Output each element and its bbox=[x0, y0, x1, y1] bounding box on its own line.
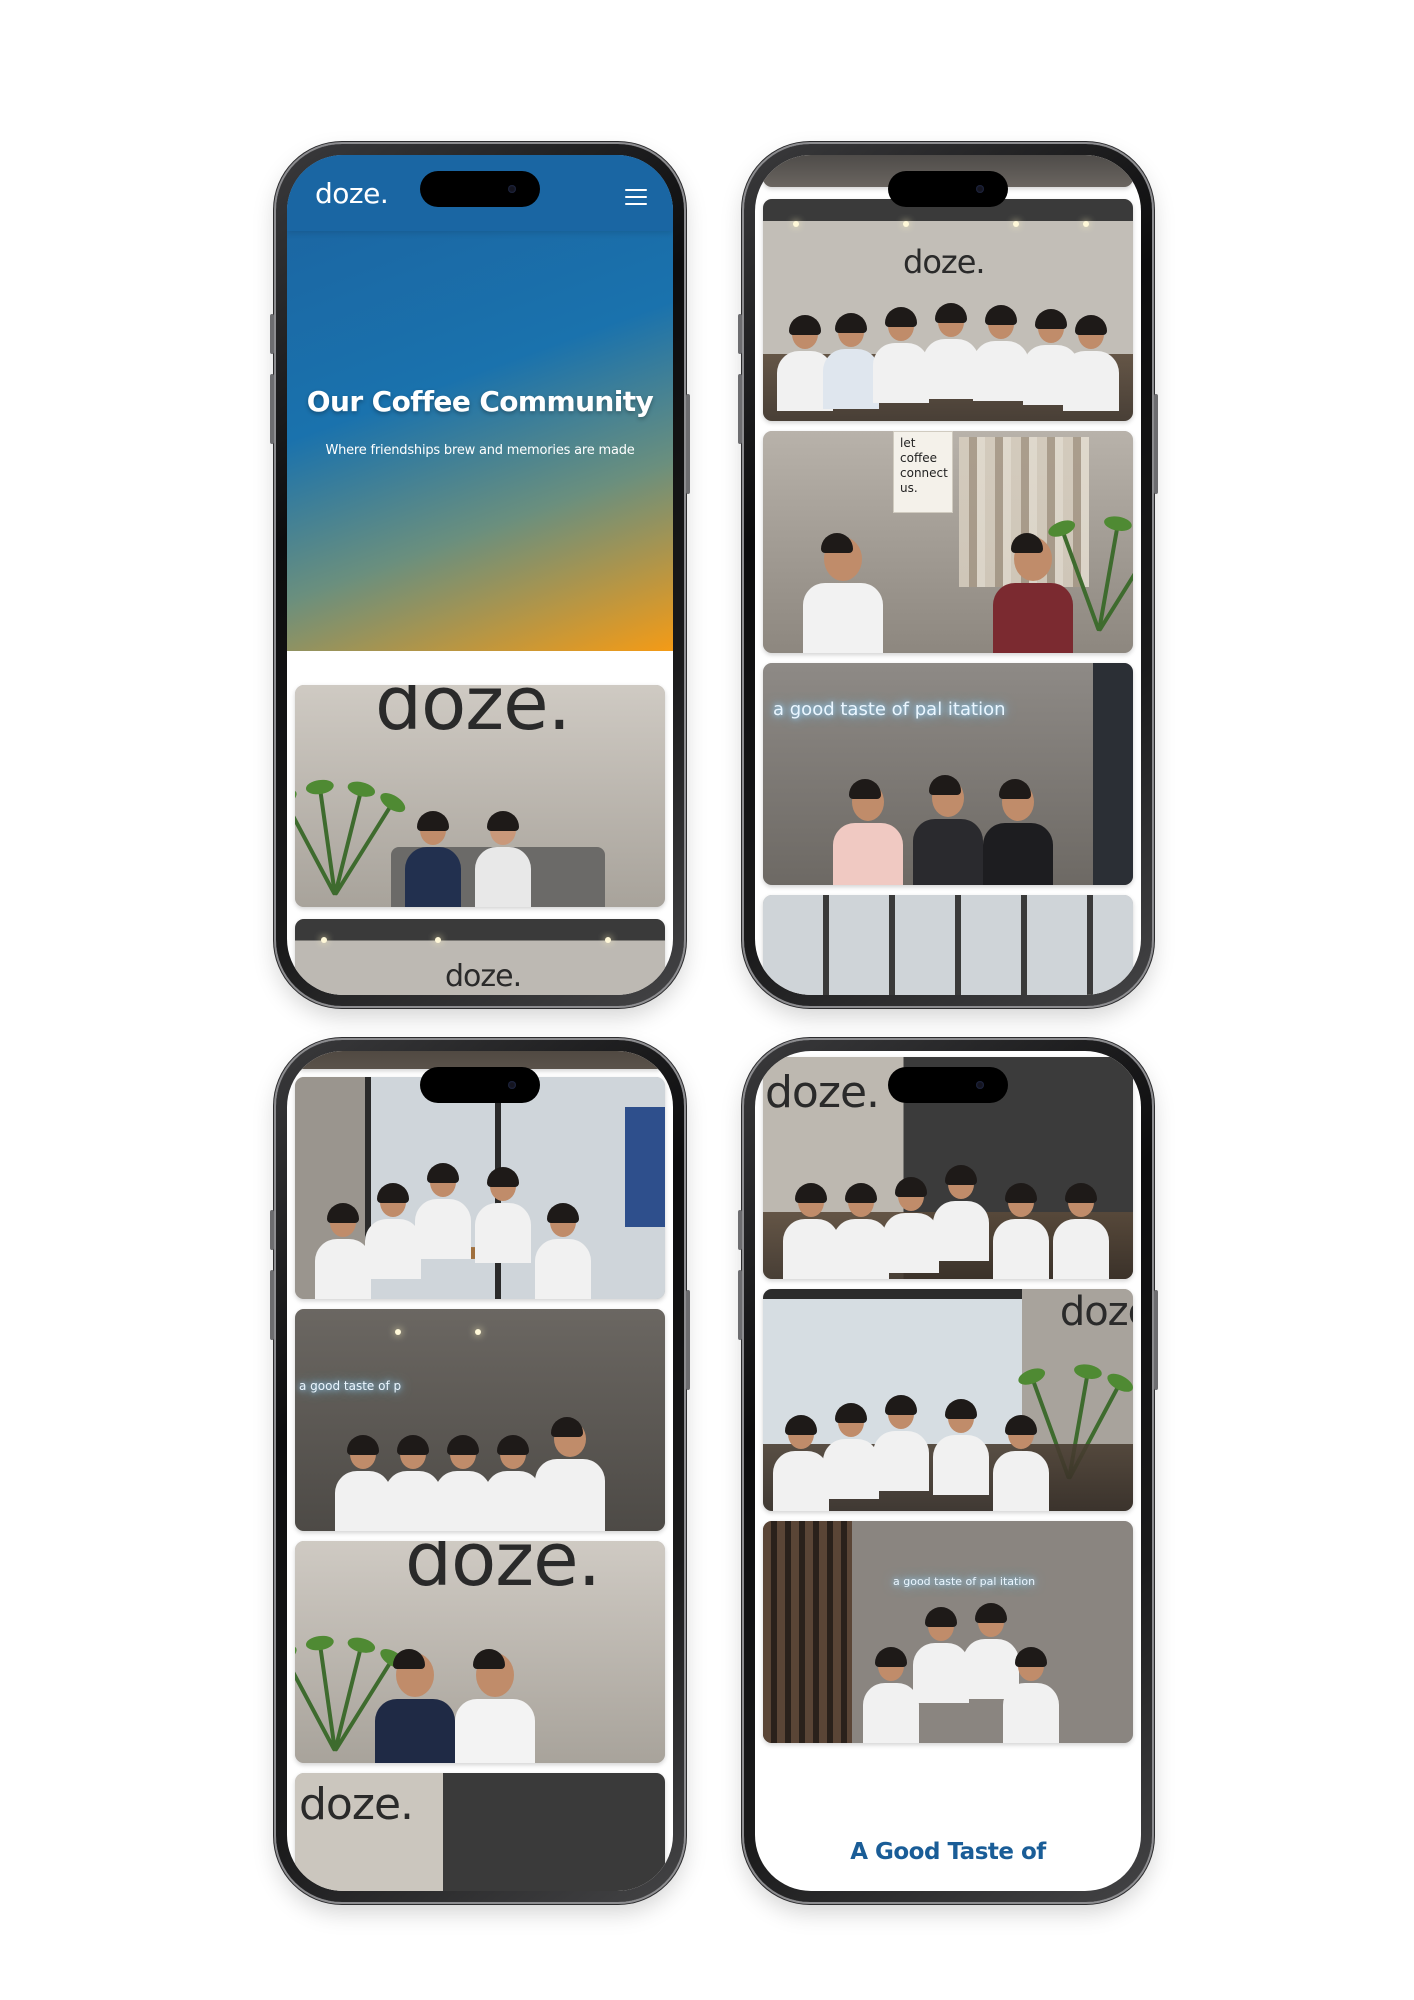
plant-icon bbox=[295, 1601, 395, 1753]
person bbox=[883, 1177, 939, 1273]
dynamic-island bbox=[888, 1067, 1008, 1103]
gallery-photo[interactable]: doze. bbox=[763, 1289, 1133, 1511]
person bbox=[873, 1395, 929, 1491]
doze-wall-sign: doze. bbox=[405, 1541, 601, 1603]
plant-icon bbox=[295, 745, 395, 897]
brand-logo[interactable]: doze. bbox=[315, 177, 389, 210]
person bbox=[385, 1435, 441, 1531]
neon-sign: a good taste of pal itation bbox=[773, 699, 1006, 720]
gallery-photo[interactable]: a good taste of pal itation bbox=[763, 663, 1133, 885]
phone-screen: doze. Our Coffee Community Where friends… bbox=[287, 155, 673, 995]
dynamic-island bbox=[420, 1067, 540, 1103]
gallery-photo[interactable]: doze. bbox=[295, 919, 665, 995]
person bbox=[933, 1165, 989, 1261]
gallery-photo[interactable] bbox=[295, 1077, 665, 1299]
poster: let coffee connect us. bbox=[893, 431, 953, 513]
phone-mockup-1: doze. Our Coffee Community Where friends… bbox=[270, 144, 690, 1006]
person bbox=[365, 1183, 421, 1279]
person bbox=[475, 1167, 531, 1263]
person bbox=[455, 1649, 535, 1763]
person bbox=[535, 1203, 591, 1299]
gallery-photo[interactable]: let coffee connect us. bbox=[763, 431, 1133, 653]
person bbox=[1003, 1647, 1059, 1743]
person bbox=[983, 779, 1053, 885]
dynamic-island bbox=[420, 171, 540, 207]
person bbox=[833, 779, 903, 885]
dynamic-island bbox=[888, 171, 1008, 207]
phone-screen: doze. let coffee connect us. a good tast… bbox=[755, 155, 1141, 995]
gallery-photo[interactable]: a good taste of pal itation bbox=[763, 1521, 1133, 1743]
phone-screen: a good taste of p doze. doze. bbox=[287, 1051, 673, 1891]
hero-subtitle: Where friendships brew and memories are … bbox=[325, 443, 635, 458]
hero-section: doze. Our Coffee Community Where friends… bbox=[287, 155, 673, 651]
person bbox=[435, 1435, 491, 1531]
person bbox=[933, 1399, 989, 1495]
person bbox=[535, 1417, 605, 1531]
doze-wall-sign: doze. bbox=[445, 959, 522, 994]
phone-screen: doze. doze. a bbox=[755, 1051, 1141, 1891]
person bbox=[833, 1183, 889, 1279]
person bbox=[913, 775, 983, 885]
person bbox=[1063, 315, 1119, 411]
phone-mockup-3: a good taste of p doze. doze. bbox=[270, 1040, 690, 1902]
doze-wall-sign: doze. bbox=[765, 1067, 880, 1118]
section-heading: A Good Taste of bbox=[850, 1839, 1046, 1865]
person bbox=[1053, 1183, 1109, 1279]
doze-wall-sign: doze. bbox=[903, 243, 986, 281]
person bbox=[405, 811, 461, 907]
hero-title: Our Coffee Community bbox=[306, 385, 654, 418]
side-button bbox=[686, 1290, 690, 1390]
person bbox=[823, 313, 879, 409]
phone-mockup-2: doze. let coffee connect us. a good tast… bbox=[738, 144, 1158, 1006]
person bbox=[315, 1203, 371, 1299]
gallery-photo[interactable]: a good taste of p bbox=[295, 1309, 665, 1531]
person bbox=[973, 305, 1029, 401]
menu-icon[interactable] bbox=[625, 189, 647, 205]
side-button bbox=[686, 394, 690, 494]
person bbox=[993, 1183, 1049, 1279]
gallery-photo[interactable]: doze. bbox=[295, 1773, 665, 1891]
person bbox=[773, 1415, 829, 1511]
person bbox=[475, 811, 531, 907]
side-button bbox=[1154, 1290, 1158, 1390]
person bbox=[863, 1647, 919, 1743]
person bbox=[335, 1435, 391, 1531]
gallery-photo[interactable]: doze. bbox=[295, 685, 665, 907]
neon-sign: a good taste of pal itation bbox=[893, 1575, 1036, 1588]
person bbox=[913, 1607, 969, 1703]
phone-mockup-4: doze. doze. a bbox=[738, 1040, 1158, 1902]
person bbox=[923, 303, 979, 399]
neon-sign: a good taste of p bbox=[299, 1379, 402, 1393]
gallery-photo[interactable] bbox=[763, 895, 1133, 995]
doze-wall-sign: doze. bbox=[375, 685, 571, 747]
gallery-photo[interactable]: doze. bbox=[295, 1541, 665, 1763]
person bbox=[823, 1403, 879, 1499]
person bbox=[993, 1415, 1049, 1511]
person bbox=[415, 1163, 471, 1259]
plant-icon bbox=[1059, 481, 1133, 633]
person bbox=[803, 533, 883, 653]
side-button bbox=[1154, 394, 1158, 494]
gallery-photo[interactable]: doze. bbox=[763, 199, 1133, 421]
person bbox=[375, 1649, 455, 1763]
doze-wall-sign: doze. bbox=[299, 1779, 414, 1830]
person bbox=[485, 1435, 541, 1531]
person bbox=[873, 307, 929, 403]
person bbox=[783, 1183, 839, 1279]
person bbox=[993, 533, 1073, 653]
